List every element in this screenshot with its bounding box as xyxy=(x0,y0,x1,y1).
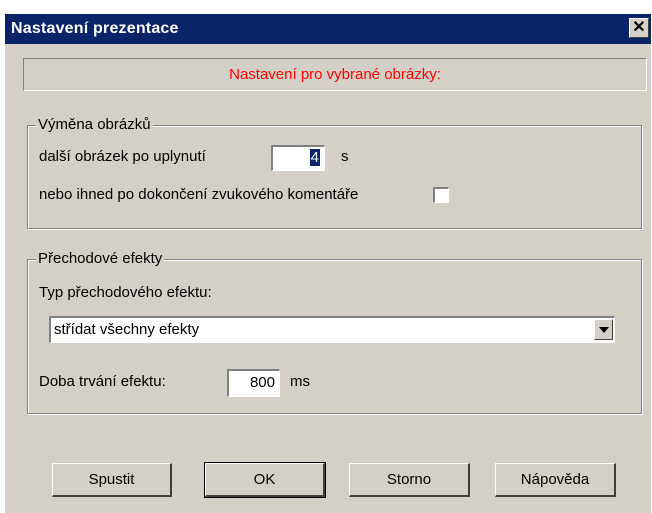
dialog-title: Nastavení prezentace xyxy=(11,20,179,37)
image-change-group: Výměna obrázků další obrázek po uplynutí… xyxy=(27,116,642,229)
cancel-button[interactable]: Storno xyxy=(349,463,470,497)
after-audio-label: nebo ihned po dokončení zvukového koment… xyxy=(39,186,359,203)
help-button[interactable]: Nápověda xyxy=(495,463,616,497)
interval-value: 4 xyxy=(309,149,320,166)
transitions-group-label: Přechodové efekty xyxy=(36,250,165,267)
close-button[interactable]: ✕ xyxy=(629,18,649,38)
dropdown-button[interactable] xyxy=(594,319,613,340)
ok-button[interactable]: OK xyxy=(204,462,326,498)
transition-type-value: střídat všechny efekty xyxy=(54,321,200,338)
effect-duration-input[interactable]: 800 xyxy=(227,369,280,397)
interval-unit-label: s xyxy=(341,148,349,165)
title-bar: Nastavení prezentace ✕ xyxy=(5,14,651,44)
interval-input[interactable]: 4 xyxy=(271,145,325,171)
chevron-down-icon xyxy=(599,327,609,333)
duration-unit-label: ms xyxy=(290,373,310,390)
transitions-group: Přechodové efekty Typ přechodového efekt… xyxy=(27,250,642,414)
transition-type-select[interactable]: střídat všechny efekty xyxy=(49,316,615,343)
next-image-after-label: další obrázek po uplynutí xyxy=(39,148,206,165)
start-button[interactable]: Spustit xyxy=(52,463,172,497)
slideshow-settings-dialog: Nastavení prezentace ✕ Nastavení pro vyb… xyxy=(5,14,651,513)
image-change-group-label: Výměna obrázků xyxy=(36,116,153,133)
transition-type-label: Typ přechodového efektu: xyxy=(39,284,212,301)
after-audio-checkbox[interactable] xyxy=(433,187,449,203)
effect-duration-label: Doba trvání efektu: xyxy=(39,373,166,390)
close-icon: ✕ xyxy=(632,19,646,36)
effect-duration-value: 800 xyxy=(249,374,275,391)
selected-images-header: Nastavení pro vybrané obrázky: xyxy=(23,58,647,91)
